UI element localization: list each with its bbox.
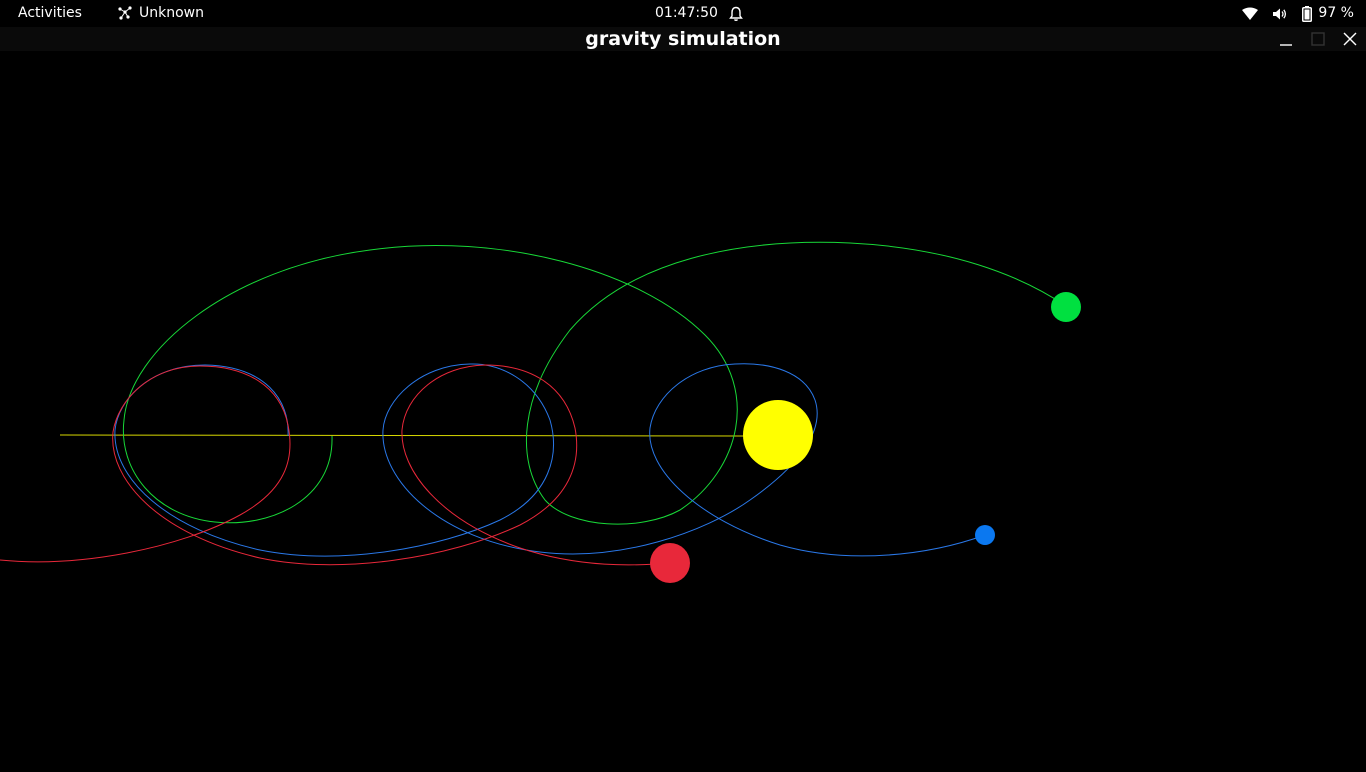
window-title: gravity simulation <box>585 28 781 50</box>
clock-label: 01:47:50 <box>655 5 718 21</box>
maximize-button[interactable] <box>1308 29 1328 49</box>
window-titlebar[interactable]: gravity simulation <box>0 27 1366 51</box>
blue-planet-trail <box>114 363 986 557</box>
app-name-label: Unknown <box>139 5 204 21</box>
battery-percent: 97 % <box>1318 5 1354 21</box>
system-menu[interactable]: 97 % <box>1242 0 1354 27</box>
maximize-icon <box>1311 32 1325 46</box>
minimize-icon <box>1280 44 1292 46</box>
battery-icon <box>1302 5 1313 22</box>
red-planet <box>650 543 690 583</box>
red-planet-trail <box>0 364 671 566</box>
close-button[interactable] <box>1340 29 1360 49</box>
green-planet <box>1051 292 1081 322</box>
clock[interactable]: 01:47:50 <box>655 0 718 27</box>
bell-icon <box>729 6 743 21</box>
notification-bell[interactable] <box>728 0 744 27</box>
app-scatter-icon <box>118 5 132 20</box>
activities-label: Activities <box>18 5 82 21</box>
blue-planet <box>975 525 995 545</box>
top-bar: Activities Unknown 01:47:50 97 % <box>0 0 1366 27</box>
sun <box>743 400 813 470</box>
minimize-button[interactable] <box>1276 29 1296 49</box>
wifi-icon <box>1242 7 1259 21</box>
simulation-svg <box>0 241 1081 583</box>
app-menu[interactable]: Unknown <box>117 0 204 27</box>
volume-icon <box>1272 7 1288 21</box>
close-icon <box>1343 32 1357 46</box>
simulation-canvas[interactable] <box>0 51 1366 768</box>
activities-button[interactable]: Activities <box>18 0 82 27</box>
sun-trail <box>59 434 749 437</box>
